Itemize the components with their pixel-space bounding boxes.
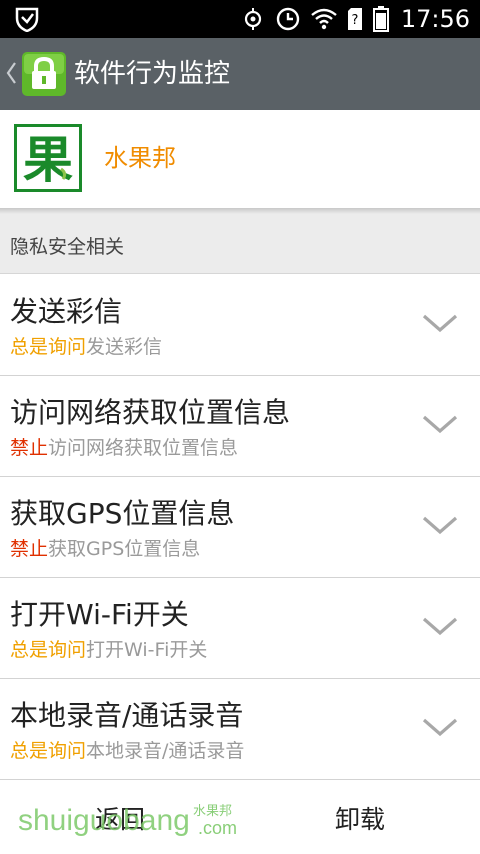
wifi-icon xyxy=(311,8,337,30)
permission-desc: 访问网络获取位置信息 xyxy=(48,437,239,459)
permission-row-recording[interactable]: 本地录音/通话录音 总是询问本地录音/通话录音 xyxy=(0,679,480,780)
permission-desc: 发送彩信 xyxy=(86,336,163,358)
back-button[interactable]: 返回 xyxy=(0,782,240,854)
app-name: 水果邦 xyxy=(104,144,176,172)
section-header: 隐私安全相关 xyxy=(0,214,480,274)
green-lock-icon xyxy=(22,52,66,96)
sim-unknown-icon: ? xyxy=(347,8,362,30)
back-chevron-icon[interactable] xyxy=(4,58,18,88)
permission-subtitle: 禁止获取GPS位置信息 xyxy=(10,537,200,561)
permission-subtitle: 禁止访问网络获取位置信息 xyxy=(10,436,238,460)
permission-subtitle: 总是询问发送彩信 xyxy=(10,335,162,359)
permission-state: 禁止 xyxy=(10,437,49,459)
chevron-down-icon[interactable] xyxy=(422,313,458,335)
permission-title: 本地录音/通话录音 xyxy=(10,699,244,732)
permission-desc: 打开Wi-Fi开关 xyxy=(86,639,208,661)
permission-state: 禁止 xyxy=(10,538,49,560)
svg-text:果: 果 xyxy=(23,130,73,189)
svg-text:?: ? xyxy=(351,13,358,28)
permission-title: 打开Wi-Fi开关 xyxy=(10,598,189,631)
app-header: 果 水果邦 xyxy=(0,110,480,208)
permission-state: 总是询问 xyxy=(10,740,87,762)
permission-desc: 获取GPS位置信息 xyxy=(48,538,201,560)
permission-state: 总是询问 xyxy=(10,336,87,358)
status-bar: ? 17:56 xyxy=(0,0,480,38)
fruit-logo-icon: 果 xyxy=(23,130,73,189)
chevron-down-icon[interactable] xyxy=(422,717,458,739)
permission-row-gps-location[interactable]: 获取GPS位置信息 禁止获取GPS位置信息 xyxy=(0,477,480,578)
bottom-bar: 返回 卸载 xyxy=(0,782,480,854)
shield-logo-icon xyxy=(15,7,39,32)
permission-subtitle: 总是询问本地录音/通话录音 xyxy=(10,739,244,763)
permission-subtitle: 总是询问打开Wi-Fi开关 xyxy=(10,638,207,662)
chevron-down-icon[interactable] xyxy=(422,616,458,638)
permission-title: 访问网络获取位置信息 xyxy=(10,396,291,429)
title-bar: 软件行为监控 xyxy=(0,38,480,110)
permission-desc: 本地录音/通话录音 xyxy=(86,740,245,762)
uninstall-button[interactable]: 卸载 xyxy=(240,782,480,854)
permission-row-wifi-switch[interactable]: 打开Wi-Fi开关 总是询问打开Wi-Fi开关 xyxy=(0,578,480,679)
permission-title: 获取GPS位置信息 xyxy=(10,497,235,530)
clock-time: 17:56 xyxy=(400,5,470,33)
permission-title: 发送彩信 xyxy=(10,295,123,328)
page-title: 软件行为监控 xyxy=(74,59,231,89)
sync-icon xyxy=(244,8,261,30)
chevron-down-icon[interactable] xyxy=(422,515,458,537)
permission-row-network-location[interactable]: 访问网络获取位置信息 禁止访问网络获取位置信息 xyxy=(0,376,480,477)
permission-state: 总是询问 xyxy=(10,639,87,661)
alarm-icon xyxy=(276,7,300,31)
chevron-down-icon[interactable] xyxy=(422,414,458,436)
battery-icon xyxy=(372,6,389,32)
app-icon: 果 xyxy=(14,124,82,192)
permission-row-mms[interactable]: 发送彩信 总是询问发送彩信 xyxy=(0,275,480,376)
section-label: 隐私安全相关 xyxy=(10,236,125,258)
